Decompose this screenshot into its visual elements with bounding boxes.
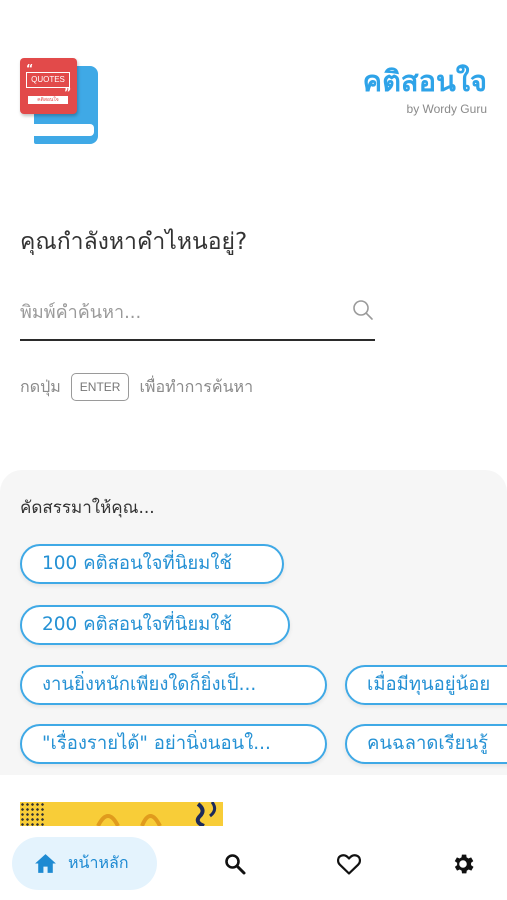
app-title: คติสอนใจ (362, 64, 487, 98)
quote-chip[interactable]: งานยิ่งหนักเพียงใดก็ยิ่งเป็... (20, 665, 327, 705)
featured-banner[interactable] (20, 802, 223, 826)
logo-strip-text: คติสอนใจ (28, 96, 68, 104)
quote-chip[interactable]: 100 คติสอนใจที่นิยมใช้ (20, 544, 284, 584)
app-logo: “ QUOTES ” คติสอนใจ (20, 58, 98, 144)
home-icon (35, 854, 56, 873)
search-icon[interactable] (351, 298, 375, 322)
quote-chip[interactable]: คนฉลาดเรียนรู้ (345, 724, 507, 764)
heart-icon (337, 854, 361, 875)
banner-art (96, 802, 217, 826)
search-input[interactable] (20, 296, 340, 328)
nav-settings-tab[interactable] (449, 850, 477, 878)
nav-home-tab[interactable]: หน้าหลัก (12, 837, 157, 890)
quote-chip[interactable]: เมื่อมีทุนอยู่น้อย (345, 665, 507, 705)
gear-icon (454, 854, 474, 874)
enter-key-badge: ENTER (70, 373, 130, 401)
recommend-card: คัดสรรมาให้คุณ... 100 คติสอนใจที่นิยมใช้… (0, 470, 507, 775)
search-box (20, 288, 375, 341)
quote-chip[interactable]: "เรื่องรายได้" อย่านิ่งนอนใ... (20, 724, 327, 764)
search-hint: กดปุ่ม ENTER เพื่อทำการค้นหา (20, 372, 253, 402)
app-subtitle: by Wordy Guru (406, 102, 487, 116)
nav-favorites-tab[interactable] (335, 850, 363, 878)
hint-suffix: เพื่อทำการค้นหา (139, 376, 254, 396)
logo-book-pages (34, 122, 96, 138)
hint-prefix: กดปุ่ม (20, 376, 61, 396)
nav-search-tab[interactable] (221, 850, 249, 878)
recommend-title: คัดสรรมาให้คุณ... (20, 498, 155, 518)
search-question: คุณกำลังหาคำไหนอยู่? (20, 229, 248, 255)
logo-book-cover: “ QUOTES ” คติสอนใจ (20, 58, 77, 114)
quote-chip[interactable]: 200 คติสอนใจที่นิยมใช้ (20, 605, 290, 645)
bottom-nav: หน้าหลัก (0, 826, 507, 900)
search-icon (225, 854, 246, 875)
nav-home-label: หน้าหลัก (68, 853, 129, 872)
